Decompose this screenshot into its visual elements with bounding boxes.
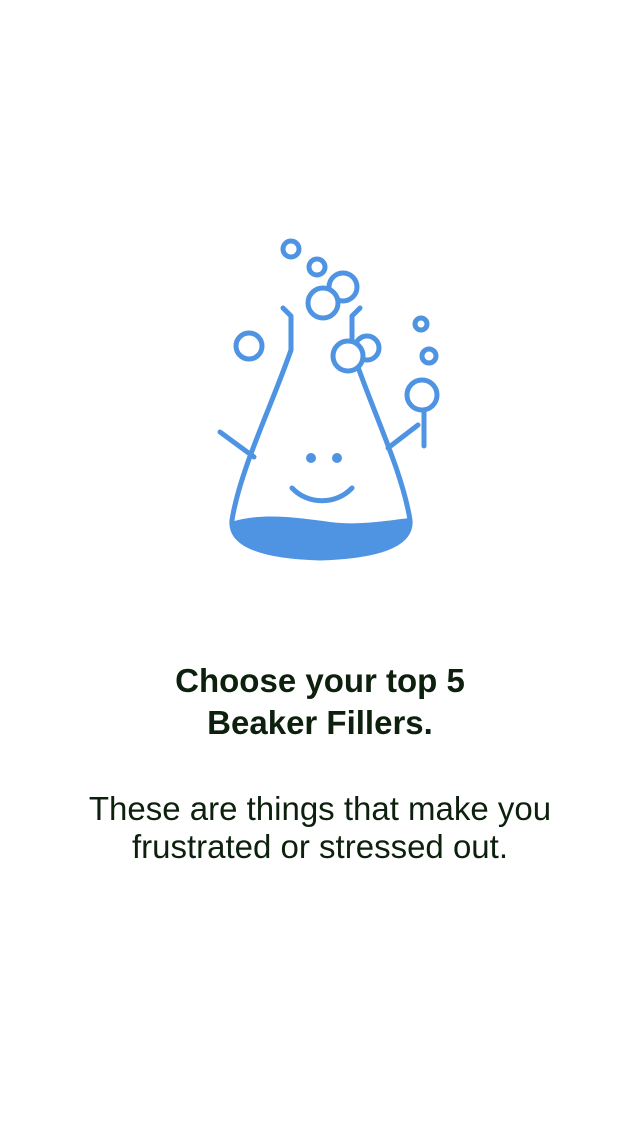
page-description: These are things that make you frustrate… [0, 790, 640, 866]
page-title-line-1: Choose your top 5 [175, 662, 465, 699]
page-description-line-1: These are things that make you [88, 790, 552, 827]
onboarding-screen: Choose your top 5 Beaker Fillers. These … [0, 0, 640, 1136]
page-title: Choose your top 5 Beaker Fillers. [0, 660, 640, 744]
smiling-beaker-icon [217, 238, 440, 561]
page-title-line-2: Beaker Fillers. [207, 704, 433, 741]
page-description-line-2: frustrated or stressed out. [131, 828, 508, 865]
smiling-beaker-illustration [200, 230, 440, 570]
